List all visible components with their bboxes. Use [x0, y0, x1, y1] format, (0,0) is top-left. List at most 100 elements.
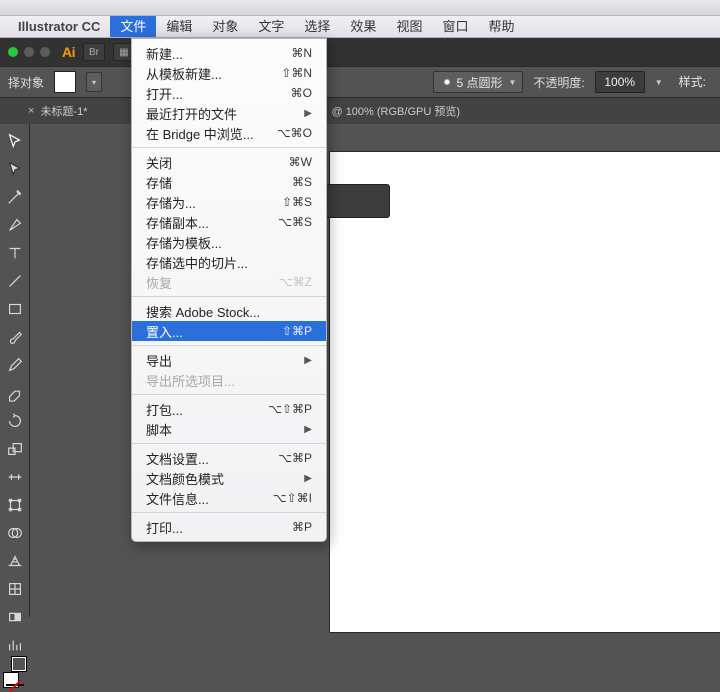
menu-编辑[interactable]: 编辑 — [156, 16, 202, 37]
menu-item[interactable]: 打印...⌘P — [132, 517, 326, 537]
type-tool[interactable] — [5, 244, 25, 262]
stroke-color-icon[interactable] — [11, 656, 27, 672]
tab-close-icon[interactable]: × — [28, 105, 34, 117]
artboard[interactable] — [330, 152, 720, 632]
menu-item[interactable]: 存储为模板... — [132, 232, 326, 252]
line-tool[interactable] — [5, 272, 25, 290]
menu-效果[interactable]: 效果 — [340, 16, 386, 37]
menu-item-label: 打印... — [146, 518, 292, 537]
watermark: 知 知乎 @汪慎独 — [603, 590, 708, 609]
menu-item-label: 导出所选项目... — [146, 371, 312, 390]
menu-item-label: 新建... — [146, 44, 291, 63]
menu-item[interactable]: 文档设置...⌥⌘P — [132, 448, 326, 468]
menu-item-label: 文件信息... — [146, 489, 273, 508]
menu-item-shortcut: ⌘O — [291, 86, 312, 100]
menu-item[interactable]: 存储⌘S — [132, 172, 326, 192]
menu-item[interactable]: 新建...⌘N — [132, 43, 326, 63]
menu-item-label: 存储副本... — [146, 213, 278, 232]
window-controls[interactable] — [8, 47, 50, 57]
menu-item[interactable]: 打包...⌥⇧⌘P — [132, 399, 326, 419]
traffic-yellow[interactable] — [24, 47, 34, 57]
menu-item-shortcut: ⌘S — [292, 175, 312, 189]
magic-wand-tool[interactable] — [5, 188, 25, 206]
menu-item-shortcut: ⇧⌘P — [282, 324, 312, 338]
paintbrush-tool[interactable] — [5, 328, 25, 346]
menu-item-shortcut: ⌥⇧⌘I — [273, 491, 312, 505]
menu-item-shortcut: ⇧⌘N — [281, 66, 312, 80]
menu-窗口[interactable]: 窗口 — [432, 16, 478, 37]
shape-builder-tool[interactable] — [5, 524, 25, 542]
submenu-arrow-icon: ▶ — [304, 424, 312, 435]
menu-item[interactable]: 在 Bridge 中浏览...⌥⌘O — [132, 123, 326, 143]
menu-item[interactable]: 文档颜色模式▶ — [132, 468, 326, 488]
menu-item-shortcut: ⌥⌘O — [277, 126, 312, 140]
menu-帮助[interactable]: 帮助 — [478, 16, 524, 37]
menu-item-shortcut: ⌥⌘Z — [279, 275, 312, 289]
menu-item-label: 从模板新建... — [146, 64, 281, 83]
chevron-down-icon: ▼ — [508, 78, 516, 87]
menu-item: 导出所选项目... — [132, 370, 326, 390]
menu-item-label: 存储 — [146, 173, 292, 192]
ai-logo: Ai — [62, 44, 75, 60]
menu-视图[interactable]: 视图 — [386, 16, 432, 37]
rotate-tool[interactable] — [5, 412, 25, 430]
menu-separator — [132, 394, 326, 395]
document-zoom-info: @ 100% (RGB/GPU 预览) — [331, 103, 460, 119]
width-tool[interactable] — [5, 468, 25, 486]
scale-tool[interactable] — [5, 440, 25, 458]
perspective-grid-tool[interactable] — [5, 552, 25, 570]
menu-item[interactable]: 从模板新建...⇧⌘N — [132, 63, 326, 83]
menu-item[interactable]: 存储为...⇧⌘S — [132, 192, 326, 212]
opacity-chevron-icon[interactable]: ▼ — [655, 78, 663, 87]
menu-item[interactable]: 关闭⌘W — [132, 152, 326, 172]
menu-选择[interactable]: 选择 — [294, 16, 340, 37]
menu-item-label: 导出 — [146, 351, 304, 370]
menu-item-shortcut: ⌘W — [289, 155, 312, 169]
menu-separator — [132, 345, 326, 346]
menu-item[interactable]: 导出▶ — [132, 350, 326, 370]
free-transform-tool[interactable] — [5, 496, 25, 514]
menu-文件[interactable]: 文件 — [110, 16, 156, 37]
menu-item[interactable]: 打开...⌘O — [132, 83, 326, 103]
menu-item-shortcut: ⌥⇧⌘P — [268, 402, 312, 416]
document-tab-name[interactable]: 未标题-1* — [40, 103, 87, 119]
app-name: Illustrator CC — [8, 16, 110, 37]
stroke-profile-value: 5 点圆形 — [456, 74, 502, 91]
menu-item-label: 搜索 Adobe Stock... — [146, 302, 312, 321]
traffic-green[interactable] — [8, 47, 18, 57]
menu-item-shortcut: ⌘P — [292, 520, 312, 534]
menu-item[interactable]: 文件信息...⌥⇧⌘I — [132, 488, 326, 508]
fill-dropdown[interactable]: ▾ — [86, 72, 102, 92]
rectangle-tool[interactable] — [5, 300, 25, 318]
menu-item-label: 存储选中的切片... — [146, 253, 312, 272]
no-selection-label: 择对象 — [8, 74, 44, 91]
document-tabs: × 未标题-1* @ 100% (RGB/GPU 预览) — [0, 98, 720, 124]
menu-item[interactable]: 脚本▶ — [132, 419, 326, 439]
pen-tool[interactable] — [5, 216, 25, 234]
pencil-tool[interactable] — [5, 356, 25, 374]
direct-selection-tool[interactable] — [5, 160, 25, 178]
menu-对象[interactable]: 对象 — [202, 16, 248, 37]
menu-item[interactable]: 置入...⇧⌘P — [132, 321, 326, 341]
menu-item-label: 文档设置... — [146, 449, 278, 468]
menu-item-label: 恢复 — [146, 273, 279, 292]
bridge-button[interactable]: Br — [83, 43, 105, 61]
selection-tool[interactable] — [5, 132, 25, 150]
column-graph-tool[interactable] — [5, 636, 25, 654]
menu-item[interactable]: 最近打开的文件▶ — [132, 103, 326, 123]
traffic-red[interactable] — [40, 47, 50, 57]
none-swatch-icon[interactable] — [6, 684, 24, 686]
opacity-label: 不透明度: — [533, 74, 584, 91]
menu-item[interactable]: 搜索 Adobe Stock... — [132, 301, 326, 321]
opacity-input[interactable]: 100% — [595, 71, 645, 93]
gradient-tool[interactable] — [5, 608, 25, 626]
mesh-tool[interactable] — [5, 580, 25, 598]
fill-swatch[interactable] — [54, 71, 76, 93]
eraser-tool[interactable] — [5, 384, 25, 402]
stroke-profile-dropdown[interactable]: 5 点圆形 ▼ — [433, 71, 523, 93]
menu-item-label: 关闭 — [146, 153, 289, 172]
menu-item[interactable]: 存储副本...⌥⌘S — [132, 212, 326, 232]
menu-文字[interactable]: 文字 — [248, 16, 294, 37]
submenu-arrow-icon: ▶ — [304, 108, 312, 119]
menu-item[interactable]: 存储选中的切片... — [132, 252, 326, 272]
